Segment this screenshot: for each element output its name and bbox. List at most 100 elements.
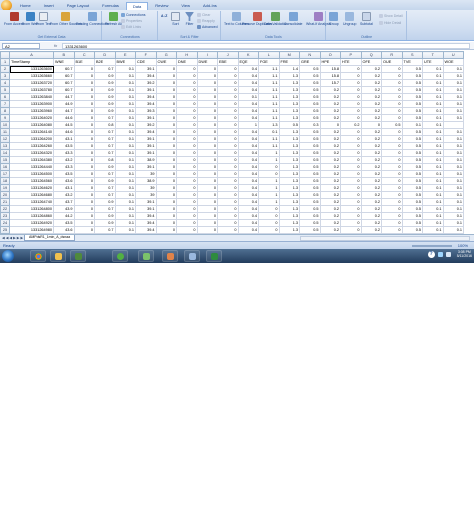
- cell[interactable]: 0.7: [94, 226, 116, 234]
- cell[interactable]: 0.1: [114, 135, 136, 143]
- cell[interactable]: 1331264020: [9, 114, 54, 122]
- cell[interactable]: 0: [217, 65, 239, 73]
- cell[interactable]: 43.6: [53, 177, 75, 185]
- cell[interactable]: 0.2: [360, 142, 382, 150]
- cell[interactable]: 0.1: [114, 191, 136, 199]
- cell[interactable]: 0.9: [94, 93, 116, 101]
- row-header[interactable]: 5: [0, 86, 10, 94]
- cell[interactable]: 0: [196, 114, 218, 122]
- cell[interactable]: 0: [381, 219, 403, 227]
- cell[interactable]: 0.1: [422, 212, 444, 220]
- cell[interactable]: 1331264080: [9, 121, 54, 129]
- cell[interactable]: 1331264320: [9, 149, 54, 157]
- cell[interactable]: 0: [258, 163, 280, 171]
- cell[interactable]: WOE: [442, 58, 464, 66]
- cell[interactable]: 0.2: [319, 107, 341, 115]
- cell[interactable]: 0: [176, 170, 198, 178]
- row-header[interactable]: 21: [0, 198, 10, 206]
- cell[interactable]: 0.2: [319, 142, 341, 150]
- cell[interactable]: 0: [258, 212, 280, 220]
- cell[interactable]: 0: [176, 121, 198, 129]
- row-header[interactable]: 16: [0, 163, 10, 171]
- cell[interactable]: 0.5: [299, 226, 321, 234]
- cell[interactable]: 43.7: [53, 198, 75, 206]
- cell[interactable]: 0.2: [319, 219, 341, 227]
- cell[interactable]: 0.1: [114, 226, 136, 234]
- cell[interactable]: 0.1: [401, 121, 423, 129]
- cell[interactable]: WNE: [53, 58, 75, 66]
- cell[interactable]: TimeStamp: [9, 58, 54, 66]
- cell[interactable]: 0: [155, 163, 177, 171]
- cell[interactable]: 0.4: [237, 142, 259, 150]
- cell[interactable]: 0: [381, 163, 403, 171]
- cell[interactable]: 0.2: [360, 135, 382, 143]
- cell[interactable]: 0.1: [442, 93, 464, 101]
- cell[interactable]: 0.5: [299, 79, 321, 87]
- cell[interactable]: 1: [258, 177, 280, 185]
- cell[interactable]: 0.1: [442, 149, 464, 157]
- cell[interactable]: 0.1: [442, 226, 464, 234]
- cell[interactable]: 39.2: [135, 79, 157, 87]
- cell[interactable]: 0: [176, 100, 198, 108]
- cell[interactable]: 0.5: [299, 205, 321, 213]
- cell[interactable]: 1331264260: [9, 142, 54, 150]
- cell[interactable]: 0: [73, 114, 95, 122]
- cell[interactable]: 0: [155, 184, 177, 192]
- cell[interactable]: 0.4: [237, 219, 259, 227]
- cell[interactable]: 0: [73, 86, 95, 94]
- cell[interactable]: 0.1: [422, 191, 444, 199]
- cell[interactable]: 0.5: [401, 184, 423, 192]
- cell[interactable]: 1331264440: [9, 163, 54, 171]
- cell[interactable]: 0.2: [319, 156, 341, 164]
- cell[interactable]: 0: [196, 177, 218, 185]
- cell[interactable]: 0: [196, 128, 218, 136]
- tab-page-layout[interactable]: Page Layout: [61, 2, 95, 10]
- cell[interactable]: CWE: [155, 58, 177, 66]
- cell[interactable]: 1.1: [258, 93, 280, 101]
- cell[interactable]: 0: [176, 72, 198, 80]
- cell[interactable]: 0.2: [319, 198, 341, 206]
- cell[interactable]: 0.2: [319, 170, 341, 178]
- cell[interactable]: 1.1: [258, 86, 280, 94]
- cell[interactable]: 0: [155, 93, 177, 101]
- cell[interactable]: 60.7: [53, 86, 75, 94]
- cell[interactable]: 0.1: [422, 156, 444, 164]
- cell[interactable]: 44.6: [53, 128, 75, 136]
- cell[interactable]: 0: [176, 191, 198, 199]
- column-header[interactable]: P: [340, 51, 362, 59]
- cell[interactable]: 39: [135, 184, 157, 192]
- cell[interactable]: 39.1: [135, 114, 157, 122]
- cell[interactable]: 0: [381, 212, 403, 220]
- cell[interactable]: 0.4: [237, 79, 259, 87]
- cell[interactable]: 0: [155, 114, 177, 122]
- cell[interactable]: 0: [340, 226, 362, 234]
- cell[interactable]: 0.5: [401, 163, 423, 171]
- cell[interactable]: 0.5: [401, 205, 423, 213]
- cell[interactable]: 44.7: [53, 107, 75, 115]
- cell[interactable]: 1331263840: [9, 93, 54, 101]
- cell[interactable]: 0.5: [278, 121, 300, 129]
- cell[interactable]: 0: [340, 184, 362, 192]
- row-header[interactable]: 23: [0, 212, 10, 220]
- cell[interactable]: 0.2: [360, 93, 382, 101]
- cell[interactable]: 39.1: [135, 163, 157, 171]
- cell[interactable]: 0: [176, 198, 198, 206]
- cell[interactable]: 0: [176, 177, 198, 185]
- cell[interactable]: 0.1: [422, 107, 444, 115]
- tab-formulas[interactable]: Formulas: [96, 2, 125, 10]
- cell[interactable]: 0.1: [114, 72, 136, 80]
- cell[interactable]: 1331264500: [9, 170, 54, 178]
- cell[interactable]: 0: [340, 79, 362, 87]
- cell[interactable]: 43.6: [53, 226, 75, 234]
- cell[interactable]: 0.5: [299, 184, 321, 192]
- cell[interactable]: 0: [340, 177, 362, 185]
- cell[interactable]: 0: [196, 121, 218, 129]
- cell[interactable]: 0.2: [360, 198, 382, 206]
- cell[interactable]: 0.2: [360, 219, 382, 227]
- cell[interactable]: 0.3: [299, 121, 321, 129]
- cell[interactable]: 0.1: [442, 184, 464, 192]
- row-header[interactable]: 8: [0, 107, 10, 115]
- cell[interactable]: 0: [155, 121, 177, 129]
- cell[interactable]: 0: [73, 191, 95, 199]
- cell[interactable]: 15.8: [319, 72, 341, 80]
